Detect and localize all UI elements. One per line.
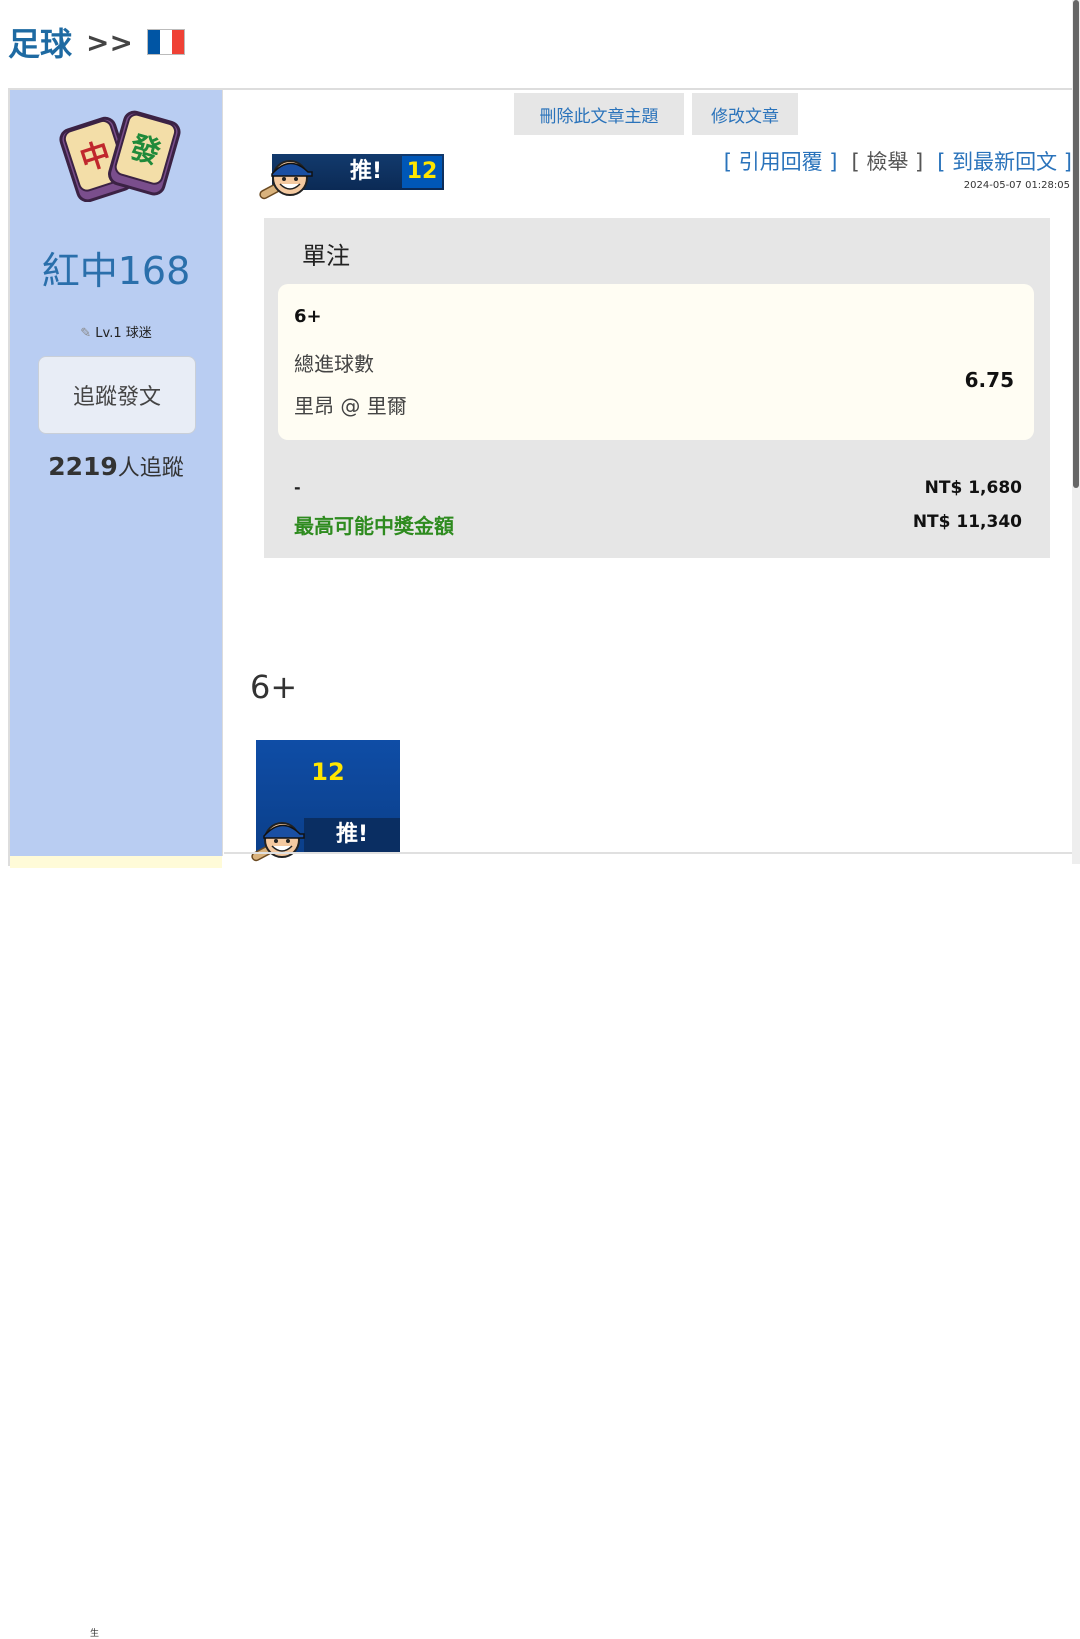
breadcrumb: 足球 >> [8,20,185,64]
scrollbar[interactable] [1072,0,1080,864]
followers-suffix: 人追蹤 [117,456,184,481]
post-links: [ 引用回覆 ] [ 檢舉 ] [ 到最新回文 ] [724,146,1072,176]
bet-match: 里昂 @ 里爾 [294,394,407,418]
follow-posts-button[interactable]: 追蹤發文 [38,356,196,434]
breadcrumb-separator: >> [86,25,133,59]
sidebar-footer-text: 生 [90,1629,100,1639]
user-level-text: Lv.1 球迷 [95,326,152,341]
scrollbar-thumb[interactable] [1073,0,1079,488]
bet-selection-card: 6+ 總進球數 里昂 @ 里爾 6.75 [278,284,1034,440]
push-badge-label: 推! [350,159,383,184]
push-button-count: 12 [311,758,345,786]
post-main: 刪除此文章主題 修改文章 推! 12 [ 引用回覆 ] [ 檢舉 ] [ 到最新… [224,90,1072,866]
push-badge[interactable]: 推! 12 [256,148,446,204]
stake-label: - [294,478,301,497]
france-flag-icon[interactable] [146,29,185,55]
edit-post-button[interactable]: 修改文章 [692,93,798,135]
followers-count: 2219人追蹤 [10,450,222,482]
push-badge-count: 12 [402,156,442,188]
followers-number: 2219 [48,452,118,481]
baseball-mascot-icon [259,160,313,200]
bet-pick: 6+ [294,306,322,327]
bet-market: 總進球數 [294,352,374,376]
forum-post: 中 發 紅中168 ✎ Lv.1 球迷 追蹤發文 2219人追蹤 生 刪除此文章… [8,88,1072,1639]
stake-value: NT$ 1,680 [924,478,1022,498]
post-body-text: 6+ [250,668,298,706]
username[interactable]: 紅中168 [10,240,222,295]
delete-topic-button[interactable]: 刪除此文章主題 [514,93,684,135]
max-prize-value: NT$ 11,340 [912,512,1022,532]
author-sidebar: 中 發 紅中168 ✎ Lv.1 球迷 追蹤發文 2219人追蹤 [10,90,223,856]
max-prize-label: 最高可能中獎金額 [294,514,454,538]
latest-reply-link[interactable]: [ 到最新回文 ] [937,146,1072,176]
push-button[interactable]: 12 推! [248,740,400,862]
post-divider [224,852,1072,854]
sidebar-footer: 生 [10,856,222,1639]
bet-slip-title: 單注 [302,242,350,270]
bet-odds: 6.75 [964,368,1014,392]
pencil-icon: ✎ [80,326,92,341]
post-timestamp: 2024-05-07 01:28:05 [963,180,1070,191]
mahjong-tiles-icon[interactable]: 中 發 [58,106,182,202]
report-link[interactable]: [ 檢舉 ] [852,146,924,176]
bet-slip: 單注 6+ 總進球數 里昂 @ 里爾 6.75 - NT$ 1,680 最高可能… [264,218,1050,558]
push-button-label: 推! [304,818,400,852]
baseball-mascot-icon [251,822,305,862]
user-level: ✎ Lv.1 球迷 [10,322,222,341]
breadcrumb-sport[interactable]: 足球 [8,19,72,65]
quote-reply-link[interactable]: [ 引用回覆 ] [724,146,838,176]
